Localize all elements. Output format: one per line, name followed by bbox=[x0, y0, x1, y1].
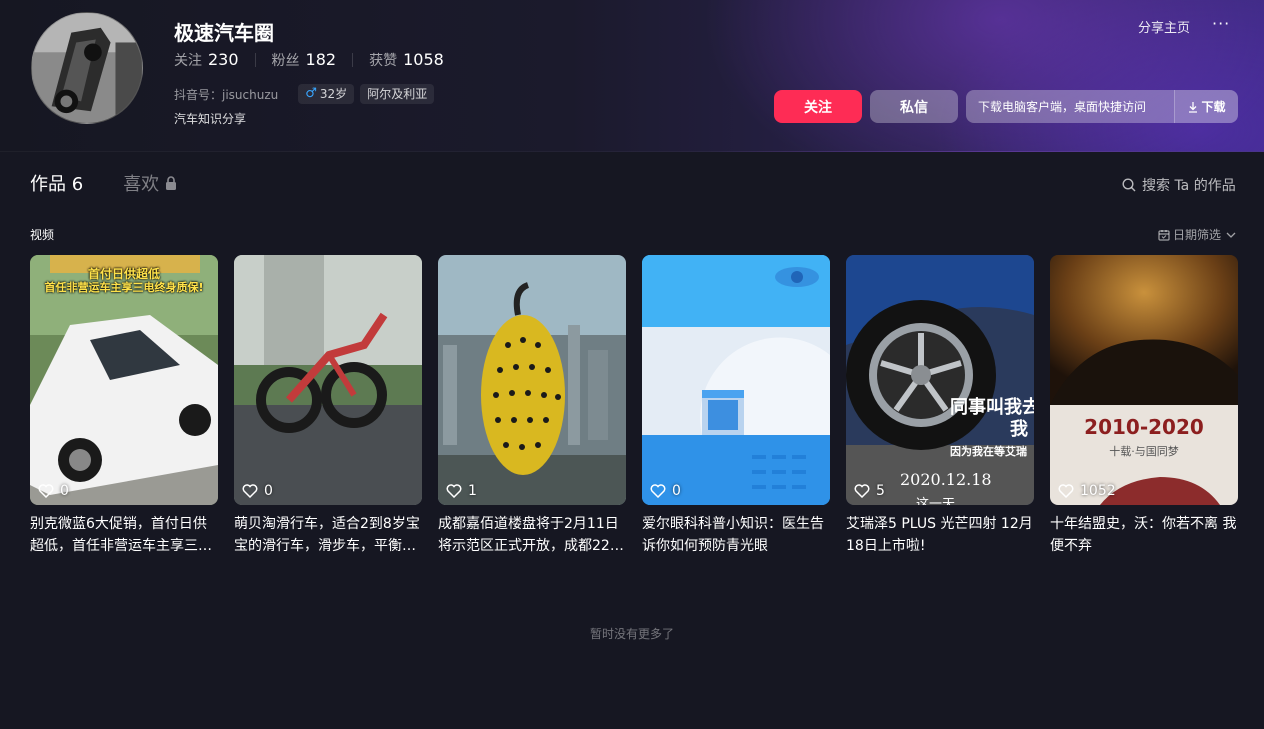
more-icon[interactable]: ··· bbox=[1212, 14, 1230, 33]
like-count-value: 0 bbox=[264, 483, 273, 499]
video-card[interactable]: 1 成都嘉佰道楼盘将于2月11日将示范区正式开放，成都22… bbox=[438, 255, 626, 557]
stat-label: 获赞 bbox=[369, 53, 398, 69]
tab-likes[interactable]: 喜欢 bbox=[123, 170, 177, 196]
like-count: 0 bbox=[38, 483, 69, 499]
douyin-id: 抖音号：jisuchuzu bbox=[174, 87, 279, 102]
download-button[interactable]: 下载 bbox=[1174, 90, 1238, 123]
pumpkin-sculpture-image bbox=[438, 255, 626, 505]
stat-likes: 获赞 1058 bbox=[369, 50, 444, 70]
message-button[interactable]: 私信 bbox=[870, 90, 958, 123]
video-card[interactable]: 首付日供超低 首任非营运车主享三电终身质保! 0 别克微蓝6大促销，首付日供超低… bbox=[30, 255, 218, 557]
heart-icon bbox=[446, 484, 462, 498]
video-card[interactable]: 0 萌贝淘滑行车，适合2到8岁宝宝的滑行车，滑步车，平衡… bbox=[234, 255, 422, 557]
video-thumbnail[interactable]: 0 bbox=[642, 255, 830, 505]
lock-icon bbox=[166, 176, 177, 190]
stat-label: 关注 bbox=[174, 53, 202, 69]
video-title[interactable]: 十年结盟史，沃：你若不离 我便不弃 bbox=[1050, 513, 1238, 557]
video-title[interactable]: 别克微蓝6大促销，首付日供超低，首任非营运车主享三… bbox=[30, 513, 218, 557]
like-count-value: 0 bbox=[60, 483, 69, 499]
age-text: 32岁 bbox=[319, 87, 348, 101]
eye-clinic-illustration bbox=[642, 255, 830, 505]
video-card[interactable]: 0 爱尔眼科科普小知识：医生告诉你如何预防青光眼 bbox=[642, 255, 830, 557]
balance-bike-image bbox=[234, 255, 422, 505]
like-count: 1 bbox=[446, 483, 477, 499]
search-works[interactable]: 搜索 Ta 的作品 bbox=[1122, 175, 1236, 195]
heart-icon bbox=[650, 484, 666, 498]
video-title[interactable]: 成都嘉佰道楼盘将于2月11日将示范区正式开放，成都22… bbox=[438, 513, 626, 557]
overlay-text: 我 bbox=[1010, 419, 1028, 440]
video-thumbnail[interactable]: 同事叫我去 我 因为我在等艾瑞 2020.12.18 这一天 5 bbox=[846, 255, 1034, 505]
calendar-icon bbox=[1158, 229, 1170, 241]
share-profile-button[interactable]: 分享主页 bbox=[1138, 17, 1190, 36]
profile-signature: 汽车知识分享 bbox=[174, 112, 247, 126]
overlay-text: 首任非营运车主享三电终身质保! bbox=[44, 281, 204, 294]
video-grid: 首付日供超低 首任非营运车主享三电终身质保! 0 别克微蓝6大促销，首付日供超低… bbox=[30, 255, 1238, 565]
video-thumbnail[interactable]: 首付日供超低 首任非营运车主享三电终身质保! 0 bbox=[30, 255, 218, 505]
volvo-anniversary-image bbox=[1050, 255, 1238, 505]
overlay-date: 2020.12.18 bbox=[900, 470, 992, 489]
heart-icon bbox=[242, 484, 258, 498]
like-count: 0 bbox=[242, 483, 273, 499]
chevron-down-icon bbox=[1226, 232, 1236, 238]
search-icon bbox=[1122, 178, 1136, 192]
download-client-bar: 下载电脑客户端，桌面快捷访问 下载 bbox=[966, 90, 1238, 123]
male-icon: ♂ bbox=[305, 86, 317, 101]
like-count-value: 0 bbox=[672, 483, 681, 499]
stat-value: 230 bbox=[208, 50, 239, 69]
like-count: 0 bbox=[650, 483, 681, 499]
video-thumbnail[interactable]: 1 bbox=[438, 255, 626, 505]
profile-header: 极速汽车圈 关注 230 粉丝 182 获赞 1058 抖音号：jisuchuz… bbox=[0, 0, 1264, 152]
heart-icon bbox=[854, 484, 870, 498]
like-count-value: 1052 bbox=[1080, 483, 1116, 499]
stat-label: 粉丝 bbox=[271, 53, 300, 69]
overlay-text: 十载·与国同梦 bbox=[1109, 445, 1179, 458]
profile-username: 极速汽车圈 bbox=[174, 21, 274, 45]
profile-tabs: 作品 6 喜欢 bbox=[30, 170, 177, 196]
download-label: 下载 bbox=[1201, 100, 1226, 114]
avatar-car-image bbox=[32, 13, 142, 123]
video-thumbnail[interactable]: 0 bbox=[234, 255, 422, 505]
follow-button[interactable]: 关注 bbox=[774, 90, 862, 123]
download-icon bbox=[1189, 101, 1198, 113]
stat-value: 1058 bbox=[403, 50, 444, 69]
overlay-text: 因为我在等艾瑞 bbox=[950, 445, 1027, 458]
tab-likes-label: 喜欢 bbox=[123, 174, 160, 195]
like-count: 5 bbox=[854, 483, 885, 499]
stat-following[interactable]: 关注 230 bbox=[174, 50, 239, 70]
stat-value: 182 bbox=[305, 50, 337, 69]
car-wheel-image bbox=[846, 255, 1034, 505]
like-count: 1052 bbox=[1058, 483, 1116, 499]
like-count-value: 1 bbox=[468, 483, 477, 499]
overlay-text: 这一天 bbox=[916, 497, 956, 505]
profile-meta: 抖音号：jisuchuzu ♂ 32岁 阿尔及利亚 bbox=[174, 84, 440, 104]
no-more-content-note: 暂时没有更多了 bbox=[589, 627, 674, 641]
video-thumbnail[interactable]: 2010-2020 十载·与国同梦 1052 bbox=[1050, 255, 1238, 505]
age-tag: ♂ 32岁 bbox=[298, 84, 355, 104]
section-label: 视频 bbox=[30, 228, 55, 242]
download-client-text: 下载电脑客户端，桌面快捷访问 bbox=[978, 100, 1147, 114]
tab-works[interactable]: 作品 6 bbox=[30, 170, 83, 196]
heart-icon bbox=[1058, 484, 1074, 498]
location-tag: 阿尔及利亚 bbox=[360, 84, 435, 104]
video-card[interactable]: 同事叫我去 我 因为我在等艾瑞 2020.12.18 这一天 5 艾瑞泽5 PL… bbox=[846, 255, 1034, 557]
overlay-text: 2010-2020 bbox=[1084, 415, 1204, 439]
profile-stats: 关注 230 粉丝 182 获赞 1058 bbox=[174, 50, 444, 70]
stat-followers[interactable]: 粉丝 182 bbox=[272, 50, 337, 70]
video-title[interactable]: 萌贝淘滑行车，适合2到8岁宝宝的滑行车，滑步车，平衡… bbox=[234, 513, 422, 557]
date-filter-dropdown[interactable]: 日期筛选 bbox=[1158, 226, 1237, 243]
video-title[interactable]: 艾瑞泽5 PLUS 光芒四射 12月18日上市啦! bbox=[846, 513, 1034, 557]
divider bbox=[254, 53, 256, 67]
search-label: 搜索 Ta 的作品 bbox=[1142, 178, 1236, 194]
heart-icon bbox=[38, 484, 54, 498]
avatar[interactable] bbox=[31, 12, 143, 124]
video-card[interactable]: 2010-2020 十载·与国同梦 1052 十年结盟史，沃：你若不离 我便不弃 bbox=[1050, 255, 1238, 557]
like-count-value: 5 bbox=[876, 483, 885, 499]
divider bbox=[352, 53, 354, 67]
video-title[interactable]: 爱尔眼科科普小知识：医生告诉你如何预防青光眼 bbox=[642, 513, 830, 557]
date-filter-label: 日期筛选 bbox=[1173, 228, 1222, 242]
